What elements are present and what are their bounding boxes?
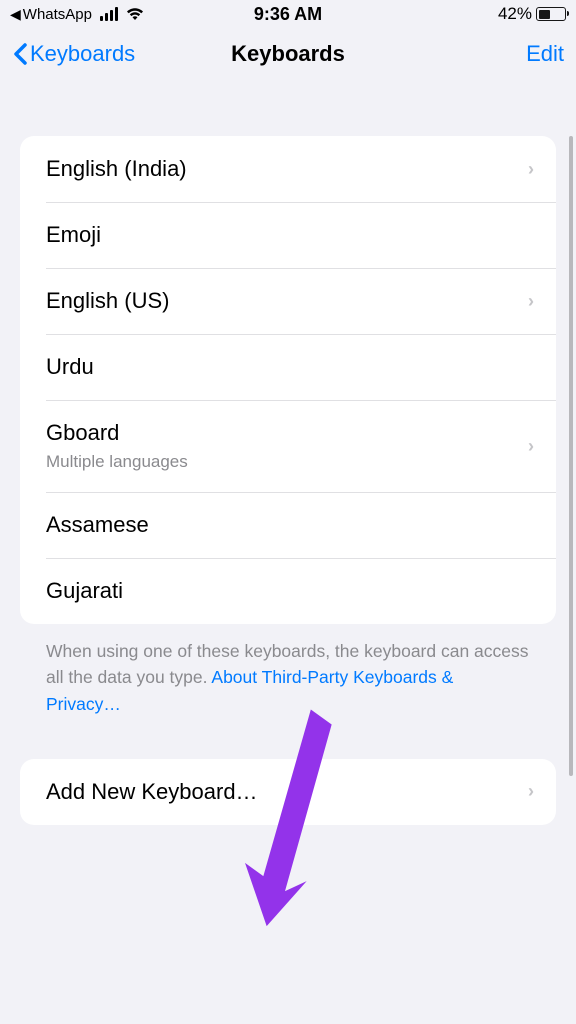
keyboard-label: Gujarati: [46, 578, 123, 604]
add-keyboard-label: Add New Keyboard…: [46, 779, 258, 805]
add-new-keyboard-button[interactable]: Add New Keyboard… ›: [20, 759, 556, 825]
keyboard-sublabel: Multiple languages: [46, 452, 188, 472]
keyboard-item-emoji[interactable]: Emoji: [20, 202, 556, 268]
keyboard-label: Urdu: [46, 354, 94, 380]
status-time: 9:36 AM: [254, 4, 322, 25]
chevron-right-icon: ›: [528, 291, 534, 312]
keyboard-item-english-india[interactable]: English (India) ›: [20, 136, 556, 202]
scrollbar[interactable]: [569, 136, 573, 776]
keyboard-item-assamese[interactable]: Assamese: [20, 492, 556, 558]
chevron-right-icon: ›: [528, 159, 534, 180]
back-to-app[interactable]: ◀ WhatsApp: [10, 6, 92, 23]
chevron-right-icon: ›: [528, 436, 534, 457]
back-button[interactable]: Keyboards: [12, 41, 135, 67]
battery-icon: [536, 7, 566, 21]
keyboard-item-urdu[interactable]: Urdu: [20, 334, 556, 400]
chevron-right-icon: ›: [528, 781, 534, 802]
battery-percent: 42%: [498, 4, 532, 24]
keyboard-item-gujarati[interactable]: Gujarati: [20, 558, 556, 624]
keyboards-list: English (India) › Emoji English (US) › U…: [20, 136, 556, 624]
status-bar: ◀ WhatsApp 9:36 AM 42%: [0, 0, 576, 28]
keyboard-label: English (India): [46, 156, 187, 182]
chevron-left-icon: [12, 42, 28, 66]
add-keyboard-group: Add New Keyboard… ›: [20, 759, 556, 825]
edit-button[interactable]: Edit: [526, 41, 564, 67]
navigation-bar: Keyboards Keyboards Edit: [0, 28, 576, 80]
status-left: ◀ WhatsApp: [10, 6, 145, 23]
content-area: English (India) › Emoji English (US) › U…: [0, 136, 576, 825]
keyboard-label: Emoji: [46, 222, 101, 248]
keyboard-label: Gboard: [46, 420, 188, 446]
page-title: Keyboards: [231, 41, 345, 67]
keyboard-item-english-us[interactable]: English (US) ›: [20, 268, 556, 334]
status-right: 42%: [498, 4, 566, 24]
keyboard-item-gboard[interactable]: Gboard Multiple languages ›: [20, 400, 556, 492]
back-label: Keyboards: [30, 41, 135, 67]
back-app-label: WhatsApp: [23, 6, 92, 23]
keyboard-label: English (US): [46, 288, 169, 314]
footer-note: When using one of these keyboards, the k…: [20, 624, 556, 717]
keyboard-label: Assamese: [46, 512, 149, 538]
cellular-signal-icon: [100, 7, 119, 21]
wifi-icon: [125, 7, 145, 21]
back-arrow-icon: ◀: [10, 6, 21, 23]
